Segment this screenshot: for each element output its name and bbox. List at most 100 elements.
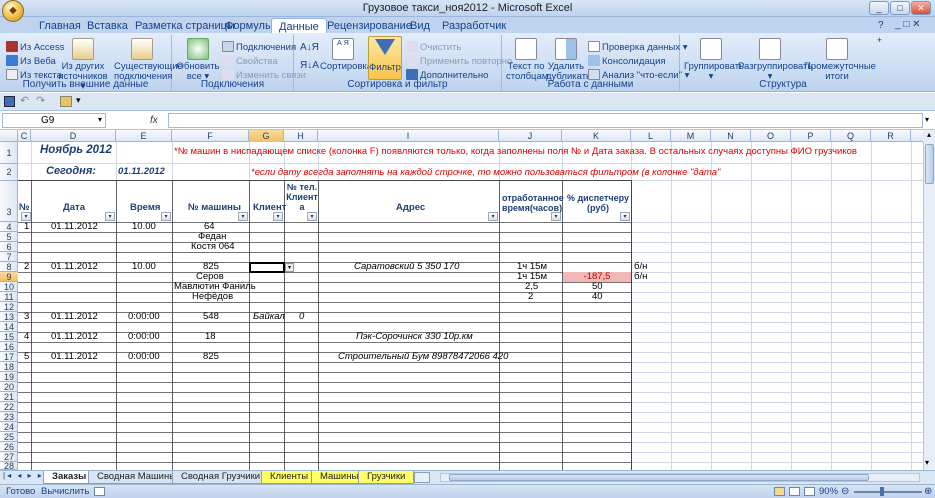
zoom-level[interactable]: 90% <box>819 485 838 498</box>
sheet-tab-clients[interactable]: Клиенты <box>261 471 318 484</box>
column-header-m[interactable]: M <box>671 130 711 142</box>
group-button[interactable]: Группировать ▾ <box>684 38 744 82</box>
row-header[interactable]: 10 <box>0 282 18 292</box>
row-header[interactable]: 1 <box>0 142 18 164</box>
page-break-view-icon[interactable] <box>804 487 815 496</box>
vertical-scrollbar[interactable]: ▾ <box>923 142 935 470</box>
cell-f14[interactable]: 548 <box>203 312 219 322</box>
undo-icon[interactable]: ↶ <box>20 94 29 107</box>
worksheet-grid[interactable]: Ноябрь 2012 *№ машин в ниспадающем списк… <box>18 142 923 470</box>
ungroup-button[interactable]: Разгруппировать ▾ <box>738 38 812 82</box>
existing-connections-button[interactable]: Существующие подключения <box>114 38 183 82</box>
maximize-button[interactable]: □ <box>890 1 910 15</box>
row-header[interactable]: 28 <box>0 462 18 471</box>
ribbon-minimize-icon[interactable]: _ □ ✕ <box>895 19 921 30</box>
row-header[interactable]: 21 <box>0 392 18 402</box>
filter-dropdown-time[interactable]: ▾ <box>161 212 171 221</box>
column-header-l[interactable]: L <box>631 130 671 142</box>
cell-h14[interactable]: 0 <box>299 312 304 322</box>
formula-input[interactable] <box>168 113 923 128</box>
row-header[interactable]: 5 <box>0 232 18 242</box>
row-header[interactable]: 4 <box>0 222 18 232</box>
column-header-h[interactable]: H <box>284 130 318 142</box>
cell-d14[interactable]: 01.11.2012 <box>51 312 98 322</box>
clear-filter-button[interactable]: Очистить <box>406 41 461 53</box>
name-box[interactable]: G9 <box>2 113 106 128</box>
name-box-dropdown-icon[interactable]: ▾ <box>98 115 102 124</box>
cell-c16[interactable]: 4 <box>24 332 29 342</box>
refresh-all-button[interactable]: Обновить все ▾ <box>176 38 220 82</box>
row-header[interactable]: 6 <box>0 242 18 252</box>
row-header[interactable]: 23 <box>0 412 18 422</box>
from-web-button[interactable]: Из Веба <box>6 55 56 67</box>
cell-e16[interactable]: 0:00:00 <box>128 332 160 342</box>
macro-record-icon[interactable] <box>94 487 105 496</box>
connections-button[interactable]: Подключения <box>222 41 296 53</box>
redo-icon[interactable]: ↷ <box>36 94 45 107</box>
cell-e18[interactable]: 0:00:00 <box>128 352 160 362</box>
cell-e9[interactable]: 10.00 <box>132 262 156 272</box>
cell-e5[interactable]: 10.00 <box>132 222 156 232</box>
sort-za-icon[interactable]: Я↓A <box>300 61 319 71</box>
cell-f16[interactable]: 18 <box>205 332 216 342</box>
cell-k12[interactable]: 40 <box>592 292 603 302</box>
sheet-tab-loaders[interactable]: Грузчики <box>358 471 415 484</box>
column-header-e[interactable]: E <box>116 130 172 142</box>
cell-j12[interactable]: 2 <box>528 292 533 302</box>
consolidate-button[interactable]: Консолидация <box>588 55 666 67</box>
scrollbar-thumb[interactable] <box>925 144 934 184</box>
zoom-in-icon[interactable]: ⊕ <box>924 485 932 498</box>
data-validation-button[interactable]: Проверка данных ▾ <box>588 41 688 53</box>
filter-dropdown-address[interactable]: ▾ <box>488 212 498 221</box>
row-header[interactable]: 8 <box>0 262 18 272</box>
tab-developer[interactable]: Разработчик <box>435 18 513 34</box>
cell-f7[interactable]: Костя 064 <box>191 242 235 252</box>
close-button[interactable]: ✕ <box>911 1 931 15</box>
column-header-o[interactable]: O <box>751 130 791 142</box>
row-header[interactable]: 12 <box>0 302 18 312</box>
column-header-n[interactable]: N <box>711 130 751 142</box>
row-header[interactable]: 7 <box>0 252 18 262</box>
subtotal-button[interactable]: Промежуточные итоги <box>804 38 876 82</box>
sort-az-icon[interactable]: A↓Я <box>300 43 319 53</box>
reapply-button[interactable]: Применить повторно <box>406 55 512 67</box>
row-header[interactable]: 25 <box>0 432 18 442</box>
filter-dropdown-car[interactable]: ▾ <box>238 212 248 221</box>
cell-d9[interactable]: 01.11.2012 <box>51 262 98 272</box>
qat-dropdown-icon[interactable]: ▾ <box>76 95 81 106</box>
row-header[interactable]: 15 <box>0 332 18 342</box>
cell-i9[interactable]: Саратовский 5 350 170 <box>354 262 459 272</box>
column-header-c[interactable]: C <box>18 130 31 142</box>
row-header[interactable]: 20 <box>0 382 18 392</box>
sheet-tab-summary-cars[interactable]: Сводная Машины <box>88 471 186 484</box>
expand-formula-icon[interactable]: ▾ <box>925 115 929 124</box>
row-header[interactable]: 2 <box>0 164 18 181</box>
minimize-button[interactable]: _ <box>869 1 889 15</box>
cell-e14[interactable]: 0:00:00 <box>128 312 160 322</box>
insert-sheet-icon[interactable] <box>414 472 430 483</box>
row-header[interactable]: 14 <box>0 322 18 332</box>
row-header[interactable]: 22 <box>0 402 18 412</box>
cell-f12[interactable]: Нефёдов <box>192 292 233 302</box>
text-to-columns-button[interactable]: Текст по столбцам <box>506 38 548 82</box>
help-icon[interactable]: ? <box>878 20 884 31</box>
scroll-down-icon[interactable]: ▾ <box>925 458 929 467</box>
row-header[interactable]: 11 <box>0 292 18 302</box>
filter-button[interactable]: Фильтр <box>368 36 402 80</box>
status-calculate[interactable]: Вычислить <box>41 485 89 498</box>
cell-d5[interactable]: 01.11.2012 <box>51 222 98 232</box>
column-header-p[interactable]: P <box>791 130 831 142</box>
cell-c18[interactable]: 5 <box>24 352 29 362</box>
sheet-nav-icon[interactable]: |◂ ◂ ▸ ▸| <box>3 471 48 480</box>
filter-dropdown-client[interactable]: ▾ <box>273 212 283 221</box>
sort-button[interactable]: А Я Сортировка <box>320 38 372 72</box>
save-icon[interactable] <box>4 96 15 107</box>
tab-view[interactable]: Вид <box>403 18 437 34</box>
row-header[interactable]: 24 <box>0 422 18 432</box>
row-header[interactable]: 16 <box>0 342 18 352</box>
zoom-slider-thumb[interactable] <box>880 487 884 496</box>
filter-dropdown-date[interactable]: ▾ <box>105 212 115 221</box>
tab-insert[interactable]: Вставка <box>80 18 135 34</box>
scroll-up-icon[interactable]: ▴ <box>923 130 935 142</box>
tab-data[interactable]: Данные <box>271 18 327 34</box>
